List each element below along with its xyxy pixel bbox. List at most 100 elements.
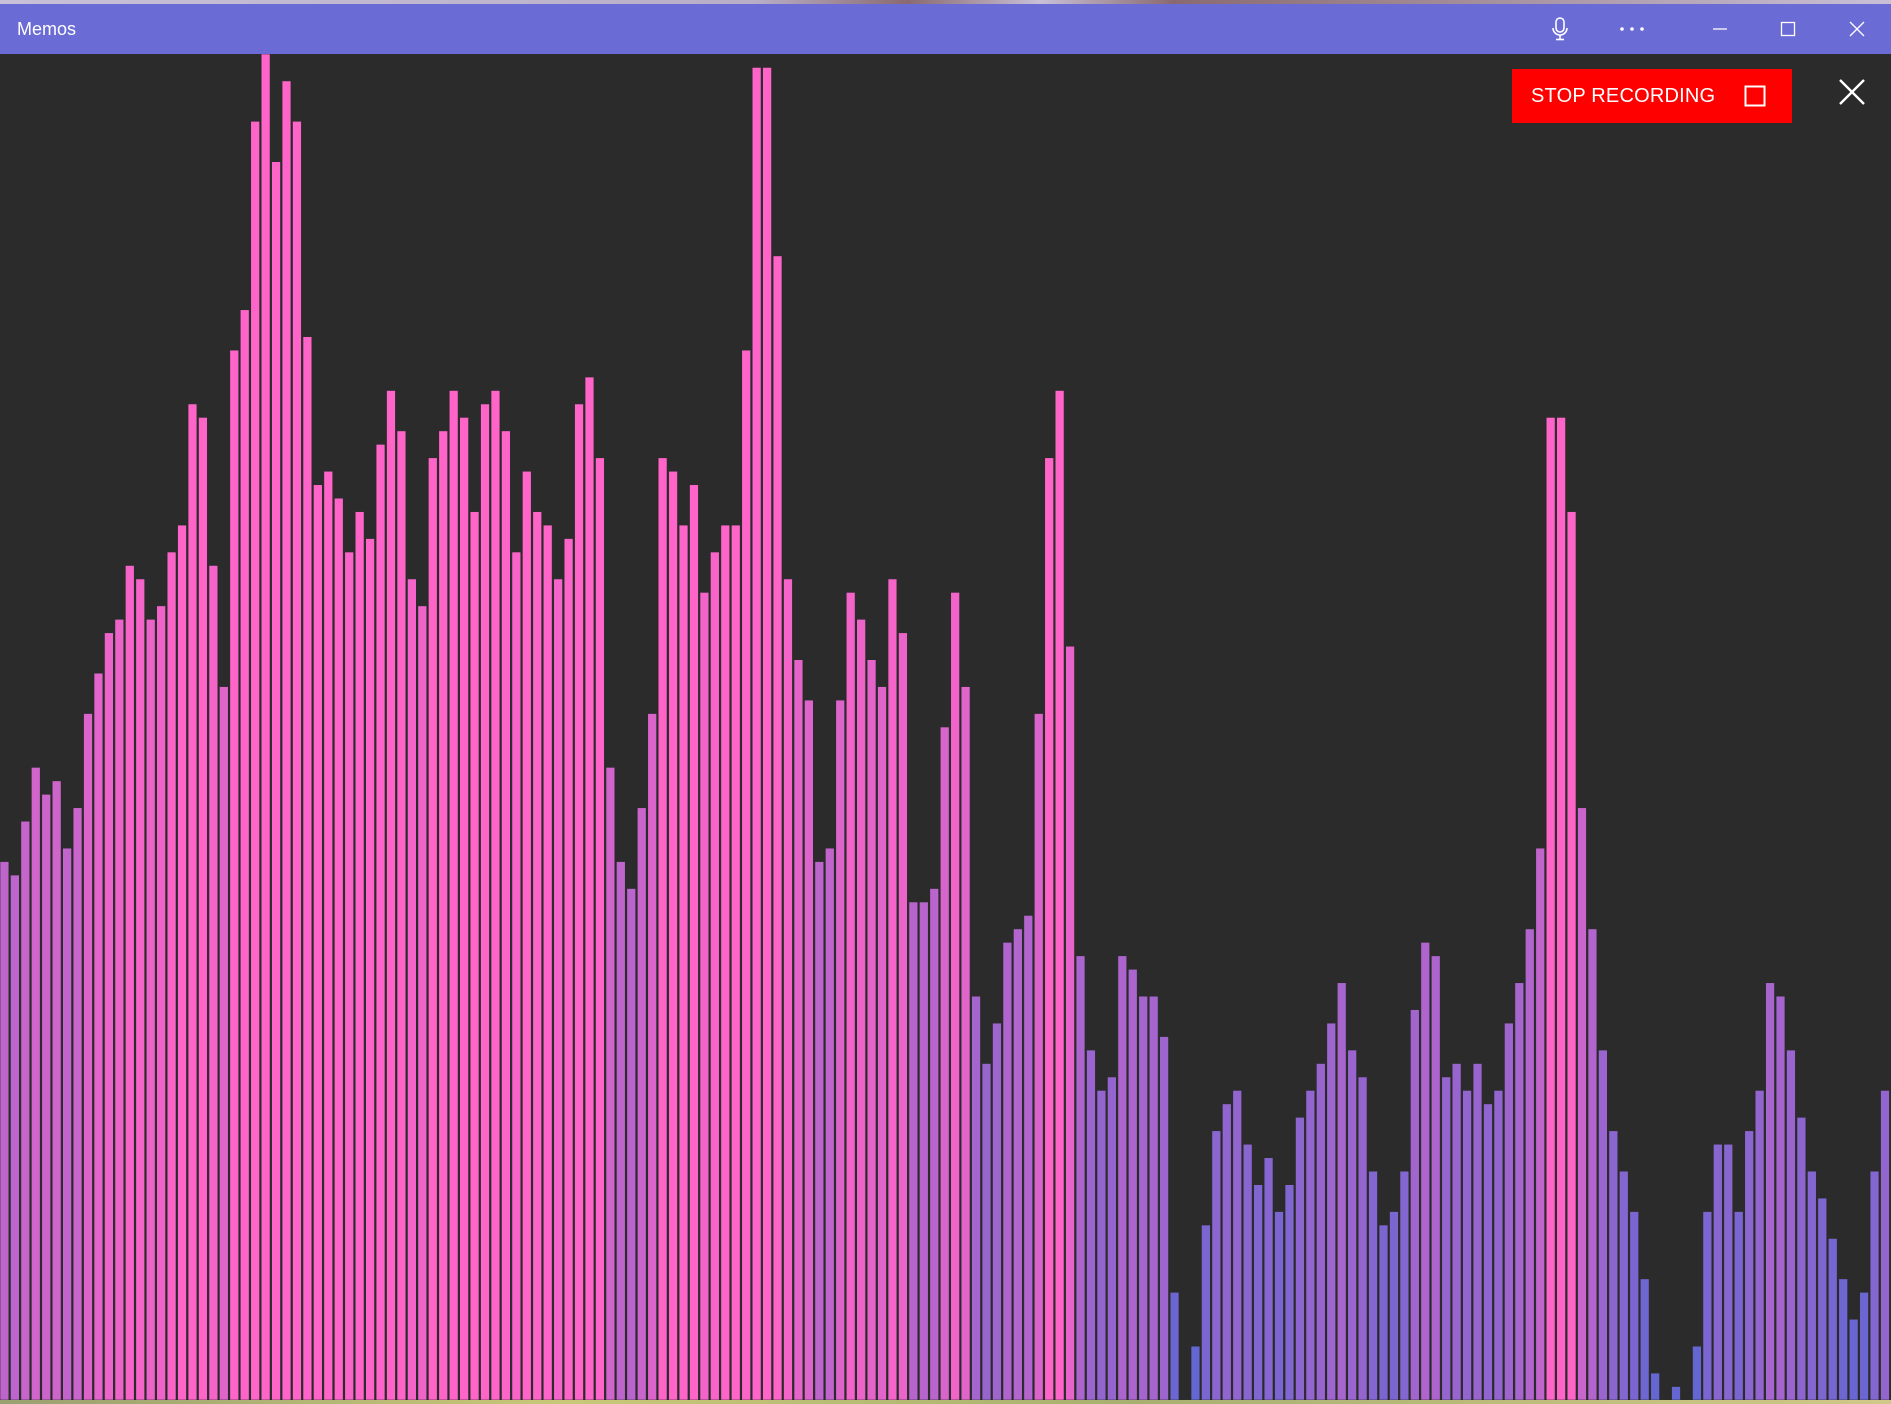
spectrum-bar [908,901,919,1400]
spectrum-bar [960,686,971,1400]
spectrum-bar [1639,1278,1650,1400]
spectrum-bar [553,578,563,1400]
spectrum-bar [762,67,772,1400]
spectrum-bar [793,659,804,1400]
spectrum-bar [1190,1345,1201,1400]
spectrum-bar [1587,928,1598,1400]
spectrum-bar [981,1063,992,1400]
spectrum-bar [187,403,198,1400]
spectrum-bar [1211,1130,1222,1400]
spectrum-bar [1378,1224,1389,1400]
spectrum-bar [1399,1170,1410,1400]
spectrum-bar [1765,982,1775,1400]
spectrum-bar [1148,995,1159,1400]
spectrum-bar [1420,942,1431,1400]
spectrum-bar [1086,1049,1096,1400]
spectrum-bar [10,874,20,1400]
minimize-button[interactable] [1686,4,1754,54]
spectrum-bar [1650,1372,1660,1400]
spectrum-bar [1723,1143,1733,1400]
stop-recording-label: STOP RECORDING [1531,85,1716,107]
stop-square-icon [1744,85,1766,107]
spectrum-bar [887,578,898,1400]
spectrum-bar [41,793,51,1400]
spectrum-bar [31,767,41,1400]
spectrum-bar [1514,982,1525,1400]
spectrum-bar [1034,713,1044,1400]
spectrum-bar [678,524,689,1400]
spectrum-bar [804,699,814,1400]
spectrum-bar [114,619,125,1400]
spectrum-bar [1232,1090,1242,1400]
spectrum-bar [825,847,835,1400]
spectrum-bar [1848,1318,1859,1400]
spectrum-bar [156,605,166,1400]
spectrum-bar [1754,1090,1765,1400]
spectrum-bar [1796,1117,1807,1400]
spectrum-bar [1242,1143,1253,1400]
spectrum-bar [741,349,751,1400]
spectrum-bar [375,444,386,1400]
audio-spectrum-visualizer [0,54,1890,1400]
maximize-button[interactable] [1754,4,1822,54]
more-options-button[interactable] [1598,4,1666,54]
spectrum-bar [459,417,469,1400]
spectrum-bar [1117,955,1128,1400]
spectrum-bar [1859,1292,1869,1400]
spectrum-bar [1274,1211,1284,1400]
spectrum-bar [1817,1197,1828,1400]
spectrum-bar [1713,1143,1723,1400]
spectrum-bar [260,54,271,1400]
spectrum-bar [1828,1238,1838,1400]
spectrum-bar [835,699,845,1400]
spectrum-bar [710,551,720,1400]
spectrum-bar [292,121,302,1400]
close-window-button[interactable] [1823,4,1891,54]
spectrum-bar [595,457,605,1400]
spectrum-bar [626,888,636,1400]
spectrum-bar [239,309,250,1400]
spectrum-bar [1598,1049,1608,1400]
spectrum-bar [469,511,480,1400]
stop-recording-button[interactable]: STOP RECORDING [1512,69,1792,123]
spectrum-bar [929,888,939,1400]
spectrum-bar [448,390,459,1400]
minimize-icon [1713,28,1727,30]
spectrum-bar [1462,1090,1472,1400]
close-recording-icon[interactable] [1836,76,1868,108]
spectrum-bar [1295,1117,1305,1400]
spectrum-bar [751,67,762,1400]
spectrum-bar [689,484,699,1400]
spectrum-bar [1838,1278,1848,1400]
spectrum-bar [1128,968,1138,1400]
spectrum-bar [1431,955,1441,1400]
more-icon [1620,27,1644,31]
spectrum-bar [1316,1063,1326,1400]
microphone-button[interactable] [1526,4,1594,54]
spectrum-bar [93,672,104,1400]
spectrum-bar [1326,1022,1336,1400]
spectrum-bar [1002,942,1013,1400]
spectrum-bar [542,524,553,1400]
spectrum-bar [1222,1103,1232,1400]
spectrum-bar [62,847,72,1400]
spectrum-bar [438,430,448,1400]
spectrum-bar [1159,1036,1169,1400]
spectrum-bar [72,807,83,1400]
spectrum-bar [1535,847,1545,1400]
spectrum-bar [1253,1184,1263,1400]
spectrum-bar [490,390,501,1400]
spectrum-bar [814,861,825,1400]
spectrum-bar [1441,1076,1451,1400]
spectrum-bar [699,592,710,1400]
spectrum-bar [344,551,354,1400]
spectrum-bar [1169,1292,1180,1400]
spectrum-bar [386,390,396,1400]
spectrum-bar [522,470,532,1400]
spectrum-bar [939,726,950,1400]
spectrum-bar [616,861,626,1400]
spectrum-bar [919,901,929,1400]
spectrum-bar [51,780,62,1400]
spectrum-bar [971,995,981,1400]
spectrum-bar [1065,645,1075,1400]
